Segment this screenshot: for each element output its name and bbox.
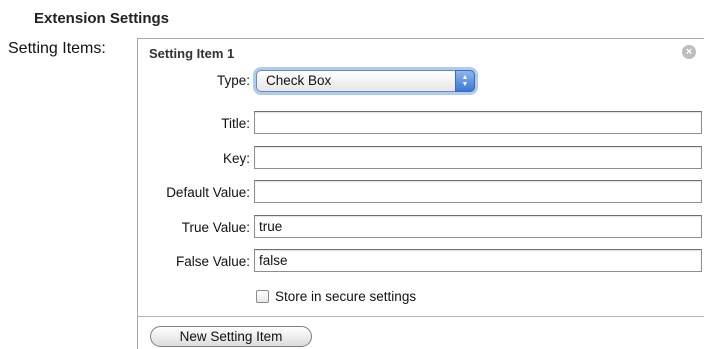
up-down-arrows-icon: ▲ ▼	[455, 70, 475, 92]
secure-settings-checkbox[interactable]	[256, 290, 269, 303]
key-field[interactable]	[254, 146, 702, 169]
new-setting-item-button[interactable]: New Setting Item	[150, 326, 312, 347]
section-title: Extension Settings	[34, 10, 170, 27]
default-value-field[interactable]	[254, 180, 702, 203]
default-value-label: Default Value:	[166, 185, 250, 200]
type-select-value: Check Box	[266, 73, 332, 88]
true-value-label: True Value:	[181, 220, 250, 235]
true-value-field[interactable]	[254, 215, 702, 238]
secure-settings-label[interactable]: Store in secure settings	[275, 289, 416, 304]
title-label: Title:	[221, 116, 250, 131]
panel-divider	[138, 316, 704, 317]
close-circle-icon[interactable]: ×	[682, 45, 696, 59]
setting-item-title: Setting Item 1	[149, 46, 235, 61]
setting-items-label: Setting Items:	[8, 40, 106, 57]
title-field[interactable]	[254, 111, 702, 134]
key-label: Key:	[222, 151, 250, 166]
type-label: Type:	[216, 73, 250, 88]
false-value-field[interactable]	[254, 249, 702, 272]
type-select[interactable]: Check Box ▲ ▼	[256, 70, 475, 92]
false-value-label: False Value:	[175, 254, 250, 269]
setting-items-panel: Setting Item 1 × Type: Check Box ▲ ▼ Titl…	[137, 38, 704, 349]
